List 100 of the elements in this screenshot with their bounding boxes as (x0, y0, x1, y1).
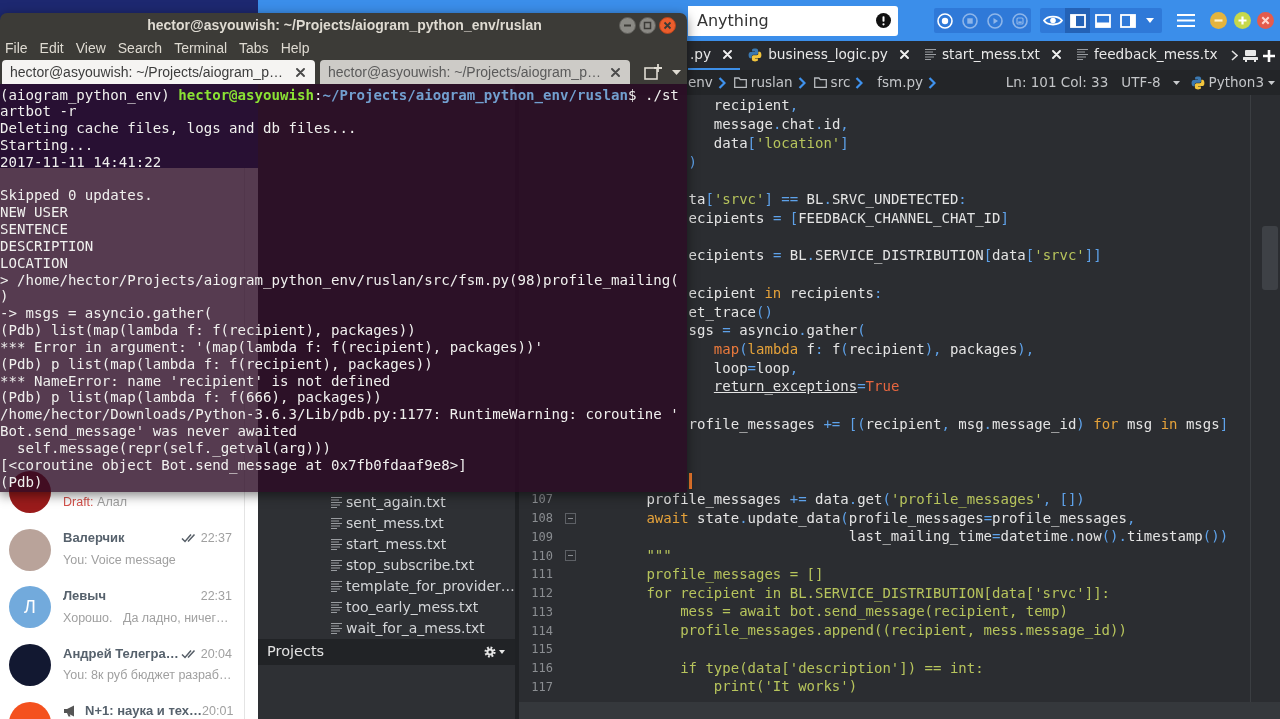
message-preview: You: 8к руб бюджет разраб… (63, 667, 232, 685)
line-number: 115 (530, 641, 553, 659)
breadcrumb-item[interactable]: env (688, 72, 713, 93)
file-tree-item[interactable]: start_mess.txt (258, 534, 515, 555)
file-tree-item[interactable]: wait_for_a_mess.txt (258, 618, 515, 639)
menu-item[interactable]: File (5, 37, 28, 59)
menu-item[interactable]: Help (280, 37, 310, 59)
file-tree-item[interactable]: stop_subscribe.txt (258, 555, 515, 576)
tray-icon[interactable] (1243, 49, 1258, 62)
chevron-right-icon (797, 76, 806, 89)
terminal-output-line: (Pdb) p list(map(lambda f: f(666), packages)) (0, 389, 382, 407)
fold-marker-icon[interactable] (565, 550, 576, 562)
chevron-right-icon (855, 76, 864, 89)
search-field[interactable]: Anything (688, 5, 898, 36)
code-line: last_mailing_time=datetime.now().timestamp()) (848, 527, 1229, 547)
code-line: """ (646, 546, 672, 566)
terminal-output-line: DESCRIPTION (0, 237, 94, 255)
line-number: 113 (530, 603, 553, 621)
message-time: 20:01 (202, 704, 234, 719)
code-line: ecipients = BL.SERVICE_DISTRIBUTION[data['srvc']] (688, 246, 1102, 266)
terminal-output-line: (Pdb) list(map(lambda f: f(recipient), packages)) (0, 322, 416, 339)
chevron-right-icon[interactable] (1231, 50, 1238, 61)
code-line: profile_messages += data.get('profile_messages', []) (646, 489, 1085, 510)
menu-item[interactable]: Terminal (174, 37, 228, 59)
terminal-output-line: *** NameError: name 'recipient' is not defined (0, 372, 391, 390)
left-panel-icon (1069, 13, 1086, 28)
file-tree-item[interactable]: too_early_mess.txt (258, 597, 515, 618)
line-number: 116 (530, 660, 553, 677)
terminal-output-line: Starting... (0, 137, 94, 154)
terminal-prompt-line: (aiogram_python_env) hector@asyouwish:~/Projects/aiogram_python_env/ruslan$ ./st (0, 86, 679, 104)
menu-item[interactable]: Tabs (239, 37, 269, 59)
cursor-position: Ln: 101 Col: 33 (1005, 73, 1109, 93)
contact-name: N+1: наука и тех… (85, 704, 203, 719)
plus-icon[interactable] (1263, 49, 1275, 62)
line-number: 108 (530, 510, 553, 528)
close-icon[interactable] (611, 67, 620, 77)
bottom-panel-icon (1094, 13, 1111, 28)
minimize-icon[interactable] (619, 17, 636, 34)
terminal-tab[interactable]: hector@asyouwish: ~/Projects/aiogram_p… (2, 60, 315, 84)
code-line: sgs = asyncio.gather( (688, 321, 866, 341)
terminal-output-line: self.message(repr(self._getval(arg))) (17, 439, 331, 457)
text-file-icon (1076, 49, 1088, 60)
editor-tab[interactable]: business_logic.py (740, 41, 917, 70)
file-tree-item[interactable]: template_for_provider… (258, 576, 515, 597)
fold-marker-icon[interactable] (565, 512, 576, 524)
message-preview: You: Voice message (63, 551, 176, 569)
caret-down-icon (1172, 80, 1180, 85)
terminal-output-line: ) (0, 288, 9, 306)
code-line: map(lambda f: f(recipient), packages), (713, 340, 1035, 359)
text-file-icon (331, 623, 342, 634)
code-line: profile_messages.append((recipient, mess.message_id)) (680, 621, 1127, 641)
editor-tab[interactable]: feedback_mess.tx (1068, 41, 1226, 70)
menu-item[interactable]: Edit (39, 37, 64, 59)
maximize-icon[interactable] (1234, 12, 1251, 29)
menu-item[interactable]: Search (117, 37, 163, 59)
text-file-icon (331, 518, 342, 529)
code-line: if type(data['description']) == int: (680, 658, 984, 678)
terminal-output-line: Bot.send_message' was never awaited (0, 423, 297, 440)
contact-name: Левыч (63, 588, 106, 603)
code-line: print('It works') (713, 677, 858, 697)
encoding-selector[interactable]: UTF-8 (1121, 72, 1180, 93)
close-icon[interactable] (296, 67, 305, 77)
message-time: 20:04 (200, 646, 232, 661)
minimize-icon[interactable] (1210, 12, 1227, 29)
new-tab-icon[interactable] (644, 64, 662, 80)
maximize-icon[interactable] (639, 17, 656, 34)
breadcrumb-item[interactable]: ruslan (733, 72, 793, 93)
line-number: 112 (530, 585, 553, 603)
terminal-tab[interactable]: hector@asyouwish: ~/Projects/aiogram_p… (320, 60, 630, 84)
contact-name: Валерчик (63, 531, 125, 546)
caret-down-icon[interactable] (499, 650, 505, 654)
python-icon (1190, 75, 1205, 90)
left-pane-button[interactable] (1065, 8, 1090, 33)
gear-icon[interactable] (484, 646, 496, 658)
editor-tab[interactable]: start_mess.txt (917, 41, 1069, 70)
chevron-right-icon (717, 76, 726, 89)
message-preview: Хорошо. Да ладно, ничег… (63, 609, 229, 627)
terminal-output-line: LOCATION (0, 254, 68, 272)
window-title: hector@asyouwish: ~/Projects/aiogram_python_env/ruslan (146, 16, 543, 35)
record-icon[interactable] (937, 12, 953, 29)
message-time: 22:31 (200, 588, 232, 603)
menu-icon[interactable] (1176, 13, 1196, 28)
megaphone-icon (63, 705, 77, 718)
language-selector[interactable]: Python3 (1190, 72, 1275, 93)
code-line: ecipients = [FEEDBACK_CHANNEL_CHAT_ID] (688, 208, 1009, 229)
breadcrumb-item[interactable]: fsm.py (877, 72, 924, 93)
file-tree-item[interactable]: sent_mess.txt (258, 513, 515, 534)
alert-icon (876, 13, 891, 28)
text-file-icon (331, 581, 342, 592)
python-icon (748, 47, 763, 62)
menu-item[interactable]: View (75, 37, 106, 59)
line-number: 107 (530, 491, 553, 509)
text-file-icon (925, 49, 936, 60)
code-line: rofile_messages += [(recipient, msg.message_id) for msg in msgs] (688, 414, 1229, 435)
horizontal-scrollbar[interactable] (519, 702, 1280, 719)
terminal-output-line: > /home/hector/Projects/aiogram_python_env/ruslan/src/fsm.py(98)profile_mailing( (0, 271, 679, 289)
file-tree-item[interactable]: sent_again.txt (258, 492, 515, 513)
code-line: await state.update_data(profile_messages=profile_messages, (646, 508, 1136, 529)
terminal-output-line: *** Error in argument: '(map(lambda f: f(recipient), packages))' (0, 338, 544, 356)
breadcrumb-item[interactable]: src (813, 72, 851, 93)
